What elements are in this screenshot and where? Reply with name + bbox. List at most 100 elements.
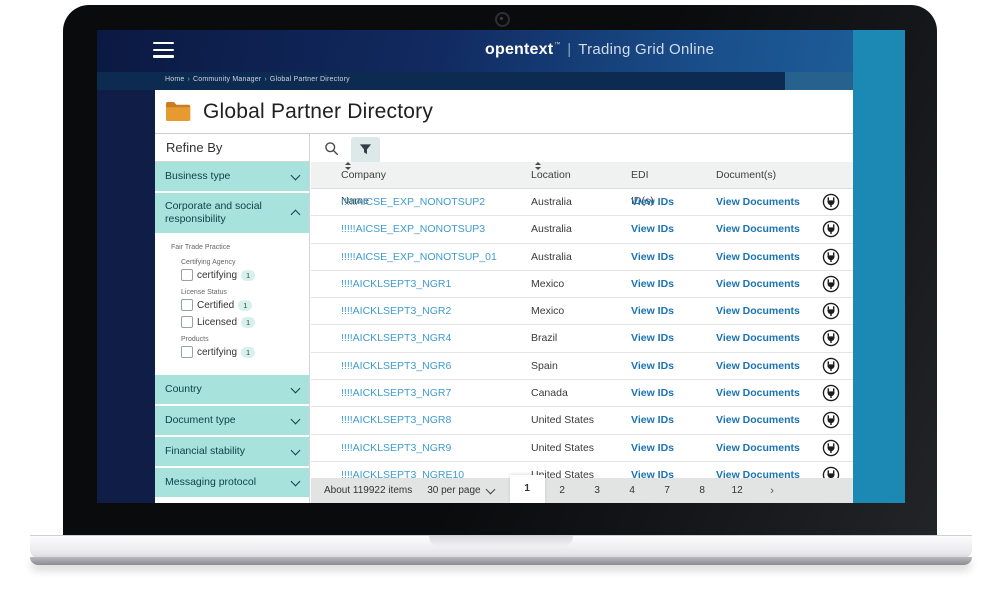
- sidebar-section-messaging-protocol[interactable]: Messaging protocol: [155, 468, 309, 497]
- view-documents-link[interactable]: View Documents: [716, 435, 800, 461]
- view-ids-link[interactable]: View IDs: [631, 353, 674, 379]
- connect-plug-icon[interactable]: [822, 248, 840, 266]
- company-name-link[interactable]: !!!!!AICSE_EXP_NONOTSUP2: [341, 189, 485, 215]
- view-documents-link[interactable]: View Documents: [716, 271, 800, 297]
- count-badge: 1: [241, 317, 255, 328]
- view-documents-link[interactable]: View Documents: [716, 244, 800, 270]
- page-button-3[interactable]: 3: [580, 478, 615, 503]
- page-size-dropdown[interactable]: 30 per page: [427, 485, 493, 496]
- company-name-link[interactable]: !!!!AICKLSEPT3_NGR6: [341, 353, 451, 379]
- filter-icon: [359, 143, 372, 156]
- view-documents-link[interactable]: View Documents: [716, 353, 800, 379]
- view-ids-link[interactable]: View IDs: [631, 189, 674, 215]
- next-page-button[interactable]: ›: [755, 485, 790, 497]
- view-documents-link[interactable]: View Documents: [716, 298, 800, 324]
- view-documents-link[interactable]: View Documents: [716, 325, 800, 351]
- sidebar-section-document-type[interactable]: Document type: [155, 406, 309, 435]
- checkbox[interactable]: [181, 269, 193, 281]
- brand-logo: opentext™|Trading Grid Online: [485, 41, 714, 59]
- sort-icon: [345, 162, 351, 170]
- page-button-8[interactable]: 8: [685, 478, 720, 503]
- chevron-up-icon: [291, 210, 301, 220]
- menu-icon[interactable]: [153, 42, 174, 62]
- column-label: Document(s): [716, 162, 776, 188]
- company-name-link[interactable]: !!!!AICKLSEPT3_NGR2: [341, 298, 451, 324]
- table-row: !!!!AICKLSEPT3_NGR6 Spain View IDs View …: [311, 353, 853, 380]
- chevron-down-icon: [291, 170, 301, 180]
- brand-name: opentext: [485, 41, 553, 58]
- view-ids-link[interactable]: View IDs: [631, 435, 674, 461]
- laptop-base: [30, 535, 972, 558]
- company-name-link[interactable]: !!!!!AICSE_EXP_NONOTSUP_01: [341, 244, 497, 270]
- connect-plug-icon[interactable]: [822, 357, 840, 375]
- partner-table: Company Name Location EDI ID(s) Document…: [311, 134, 853, 503]
- page-button-2[interactable]: 2: [545, 478, 580, 503]
- chevron-down-icon: [291, 445, 301, 455]
- breadcrumb-item[interactable]: Home: [165, 76, 184, 83]
- title-bar: Global Partner Directory: [155, 90, 853, 134]
- view-documents-link[interactable]: View Documents: [716, 380, 800, 406]
- facet-label: Document type: [165, 414, 236, 427]
- sidebar-section-country[interactable]: Country: [155, 375, 309, 404]
- checkbox[interactable]: [181, 346, 193, 358]
- connect-plug-icon[interactable]: [822, 220, 840, 238]
- company-name-link[interactable]: !!!!AICKLSEPT3_NGR8: [341, 407, 451, 433]
- filter-tab[interactable]: [351, 137, 380, 162]
- view-documents-link[interactable]: View Documents: [716, 216, 800, 242]
- sidebar-section-financial-stability[interactable]: Financial stability: [155, 437, 309, 466]
- page-button-4[interactable]: 4: [615, 478, 650, 503]
- table-row: !!!!AICKLSEPT3_NGR8 United States View I…: [311, 407, 853, 434]
- facet-label: Corporate and social responsibility: [165, 200, 283, 226]
- page-button-1[interactable]: 1: [510, 475, 545, 503]
- page-title: Global Partner Directory: [203, 90, 433, 133]
- view-ids-link[interactable]: View IDs: [631, 271, 674, 297]
- checkbox[interactable]: [181, 316, 193, 328]
- connect-plug-icon[interactable]: [822, 384, 840, 402]
- page-button-7[interactable]: 7: [650, 478, 685, 503]
- option-label: Licensed: [197, 317, 237, 328]
- company-name-link[interactable]: !!!!AICKLSEPT3_NGR4: [341, 325, 451, 351]
- connect-plug-icon[interactable]: [822, 329, 840, 347]
- connect-plug-icon[interactable]: [822, 275, 840, 293]
- breadcrumb-item[interactable]: Global Partner Directory: [270, 76, 350, 83]
- view-ids-link[interactable]: View IDs: [631, 216, 674, 242]
- page-list: 12347812: [510, 478, 755, 503]
- option-label: certifying: [197, 347, 237, 358]
- pagination-bar: About 119922 items 30 per page 12347812 …: [311, 478, 853, 503]
- webcam-icon: [495, 12, 510, 27]
- sidebar-section-business-type[interactable]: Business type: [155, 162, 309, 191]
- search-icon[interactable]: [324, 141, 339, 156]
- connect-plug-icon[interactable]: [822, 411, 840, 429]
- location-cell: Australia: [531, 189, 572, 215]
- filter-option-certifying-agency[interactable]: certifying 1: [181, 269, 309, 281]
- connect-plug-icon[interactable]: [822, 193, 840, 211]
- filter-option-licensed[interactable]: Licensed 1: [181, 316, 309, 328]
- view-ids-link[interactable]: View IDs: [631, 244, 674, 270]
- company-name-link[interactable]: !!!!AICKLSEPT3_NGR1: [341, 271, 451, 297]
- view-ids-link[interactable]: View IDs: [631, 380, 674, 406]
- table-row: !!!!!AICSE_EXP_NONOTSUP3 Australia View …: [311, 216, 853, 243]
- company-name-link[interactable]: !!!!AICKLSEPT3_NGR9: [341, 435, 451, 461]
- laptop-mockup: opentext™|Trading Grid Online Home › Commu…: [0, 0, 1002, 599]
- connect-plug-icon[interactable]: [822, 439, 840, 457]
- folder-icon: [165, 101, 191, 122]
- location-cell: United States: [531, 435, 594, 461]
- connect-plug-icon[interactable]: [822, 302, 840, 320]
- table-row: !!!!!AICSE_EXP_NONOTSUP2 Australia View …: [311, 189, 853, 216]
- filter-option-certified[interactable]: Certified 1: [181, 299, 309, 311]
- location-cell: Canada: [531, 380, 568, 406]
- company-name-link[interactable]: !!!!AICKLSEPT3_NGR7: [341, 380, 451, 406]
- filter-subgroup-label: Products: [181, 336, 309, 343]
- view-documents-link[interactable]: View Documents: [716, 189, 800, 215]
- view-documents-link[interactable]: View Documents: [716, 407, 800, 433]
- page-button-12[interactable]: 12: [720, 478, 755, 503]
- checkbox[interactable]: [181, 299, 193, 311]
- table-row: !!!!AICKLSEPT3_NGR1 Mexico View IDs View…: [311, 271, 853, 298]
- filter-option-products-certifying[interactable]: certifying 1: [181, 346, 309, 358]
- view-ids-link[interactable]: View IDs: [631, 325, 674, 351]
- company-name-link[interactable]: !!!!!AICSE_EXP_NONOTSUP3: [341, 216, 485, 242]
- view-ids-link[interactable]: View IDs: [631, 407, 674, 433]
- view-ids-link[interactable]: View IDs: [631, 298, 674, 324]
- sidebar-section-corporate-social-responsibility[interactable]: Corporate and social responsibility: [155, 193, 309, 233]
- breadcrumb-item[interactable]: Community Manager: [193, 76, 261, 83]
